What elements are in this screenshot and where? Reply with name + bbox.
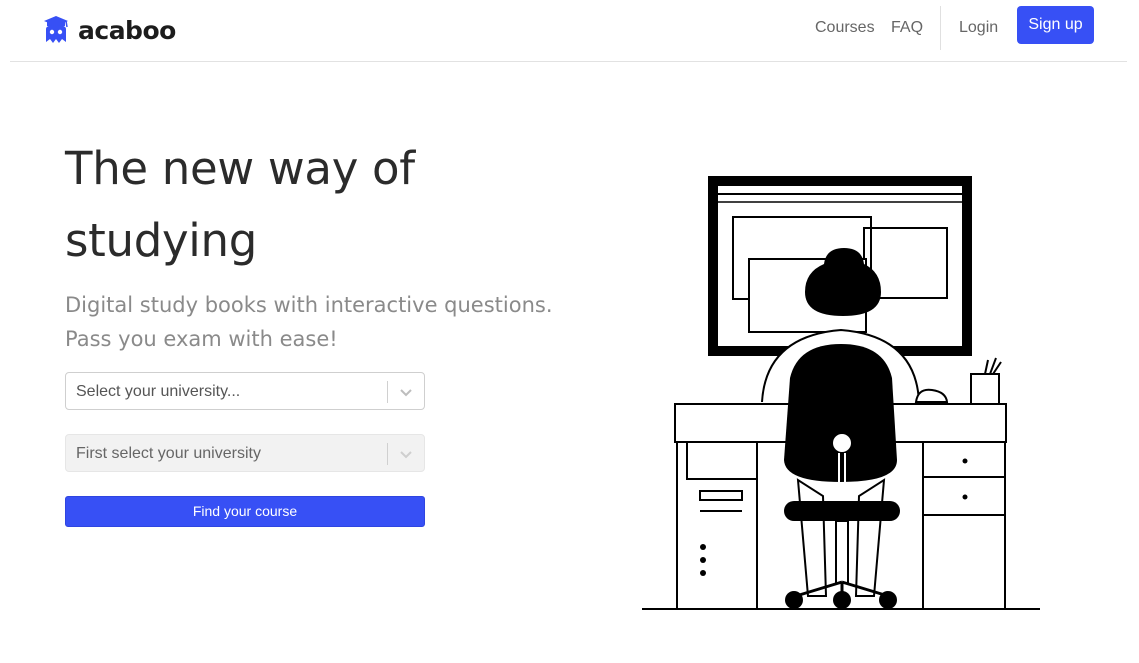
course-select[interactable]: First select your university [65, 434, 425, 472]
university-select-placeholder: Select your university... [76, 383, 241, 400]
university-select[interactable]: Select your university... [65, 372, 425, 410]
hero-title: The new way of studying [65, 142, 415, 267]
chevron-down-icon[interactable] [399, 386, 413, 398]
brand[interactable]: acaboo [43, 14, 176, 46]
hero-subtitle: Digital study books with interactive que… [65, 293, 553, 351]
find-course-button[interactable]: Find your course [65, 496, 425, 527]
brand-name: acaboo [78, 15, 176, 45]
nav-courses-link[interactable]: Courses [815, 18, 875, 38]
student-at-desk-illustration [642, 176, 1040, 610]
nav-faq-link[interactable]: FAQ [891, 18, 923, 38]
acaboo-logo-icon [44, 16, 68, 43]
signup-button[interactable]: Sign up [1017, 6, 1094, 44]
select-separator [387, 443, 388, 465]
course-select-placeholder: First select your university [76, 445, 261, 462]
select-separator [387, 381, 388, 403]
nav-divider [940, 6, 941, 50]
nav-login-link[interactable]: Login [959, 18, 998, 38]
navbar: acaboo Courses FAQ Login Sign up [10, 0, 1127, 62]
chevron-down-icon[interactable] [399, 448, 413, 460]
